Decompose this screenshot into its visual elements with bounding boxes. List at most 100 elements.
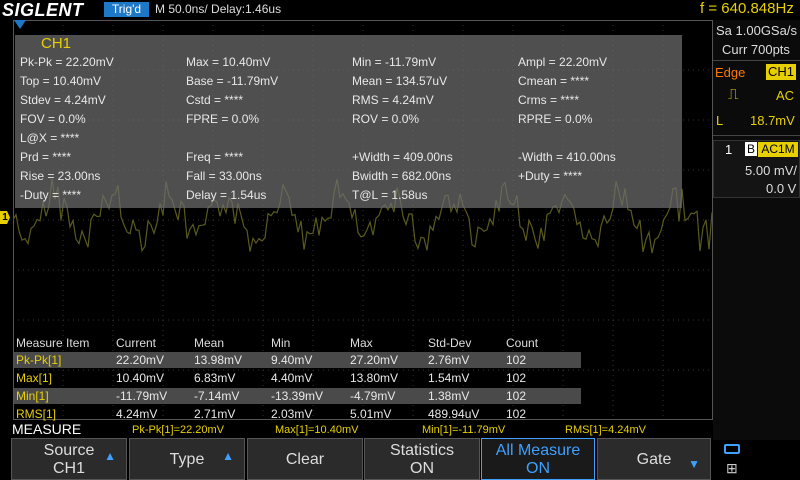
stat-cell: 13.80mV [350,371,399,385]
stat-cell: 4.40mV [271,371,313,385]
stat-cell: 4.24mV [116,407,158,421]
measurement-value: Pk-Pk = 22.20mV [20,55,114,69]
stat-cell: -7.14mV [194,389,240,403]
measurement-value: Delay = 1.54us [186,188,267,202]
divider [713,135,800,136]
ch1-offset-marker[interactable]: 1 [0,211,10,224]
stat-cell: 5.01mV [350,407,392,421]
stat-cell: 102 [506,389,527,403]
stat-cell: -11.79mV [116,389,168,403]
measurement-value: Bwidth = 682.00ns [352,169,452,183]
measurement-value: RPRE = 0.0% [518,112,593,126]
bottom-stat-rms: RMS[1]=4.24mV [565,424,647,436]
stat-cell: 1.38mV [428,389,470,403]
channel-number: 1 [725,142,733,157]
measurement-value: FPRE = 0.0% [186,112,260,126]
measurement-value: Top = 10.40mV [20,74,102,88]
channel-offset: 0.0 V [766,181,797,196]
stat-item-name: Max[1] [16,371,53,385]
measurement-value: Prd = **** [20,150,72,164]
measurement-value: Max = 10.40mV [186,55,271,69]
menu-title: MEASURE [12,421,82,437]
trigger-status-badge: Trig'd [104,2,149,17]
stat-header: Std-Dev [428,336,472,350]
measurement-value: Stdev = 4.24mV [20,93,106,107]
measurement-value: Cstd = **** [186,93,244,107]
stat-header: Max [350,336,373,350]
stat-header: Mean [194,336,225,350]
stat-cell: 489.94uV [428,407,480,421]
stat-cell: 2.76mV [428,353,470,367]
trigger-level-label: L [716,113,724,128]
measurement-value: T@L = 1.58us [352,188,428,202]
trigger-type[interactable]: Edge [715,65,745,80]
divider [713,60,800,61]
measurement-value: +Duty = **** [518,169,583,183]
stat-item-name: Pk-Pk[1] [16,353,62,367]
measurement-value: ROV = 0.0% [352,112,420,126]
usb-device-icon [724,444,740,454]
measurement-value: RMS = 4.24mV [352,93,434,107]
stat-cell: 27.20mV [350,353,399,367]
frequency-counter: f = 640.848Hz [700,0,794,17]
softkey-clear-label: Clear [285,451,325,468]
softkey-statistics-label: Statistics [389,442,454,459]
stat-header: Count [506,336,539,350]
measurement-value: Fall = 33.00ns [186,169,262,183]
sample-rate: Sa 1.00GSa/s [716,23,797,38]
measurement-value: -Duty = **** [20,188,82,202]
trigger-level-value: 18.7mV [750,113,795,128]
stat-cell: 1.54mV [428,371,470,385]
softkey-all-measure[interactable]: All Measure ON [481,438,595,480]
network-icon: ⊞ [726,460,738,476]
measurement-value: -Width = 410.00ns [518,150,616,164]
trigger-coupling: AC [776,88,795,103]
measurement-value: Crms = **** [518,93,580,107]
softkey-all-measure-value: ON [526,460,550,477]
right-info-panel [713,20,800,440]
measurement-value: L@X = **** [20,131,80,145]
stat-header: Measure Item [16,336,90,350]
measurement-value: Base = -11.79mV [186,74,279,88]
stat-cell: 2.03mV [271,407,313,421]
measurement-value: Mean = 134.57uV [352,74,448,88]
softkey-clear[interactable]: Clear [247,438,363,480]
stat-cell: 6.83mV [194,371,236,385]
arrow-up-icon: ▲ [104,449,116,463]
softkey-gate[interactable]: Gate ▼ [597,438,711,480]
stat-cell: 9.40mV [271,353,313,367]
stat-header: Current [116,336,157,350]
softkey-source[interactable]: Source CH1 ▲ [11,438,127,480]
top-status-bar: SIGLENT Trig'd M 50.0ns/ Delay:1.46us f … [0,0,800,20]
stat-item-name: RMS[1] [16,407,57,421]
stat-cell: 102 [506,407,527,421]
measure-panel-title: CH1 [41,35,72,52]
bandwidth-limit-badge: B [745,142,757,156]
stat-cell: -4.79mV [350,389,396,403]
bottom-stat-min: Min[1]=-11.79mV [422,424,506,436]
measurement-value: +Width = 409.00ns [352,150,453,164]
stat-cell: 2.71mV [194,407,236,421]
measurement-value: Min = -11.79mV [352,55,437,69]
bottom-stat-max: Max[1]=10.40mV [275,424,359,436]
rising-edge-icon: ⎍ [728,86,739,103]
softkey-statistics-value: ON [410,460,434,477]
channel-coupling-badge: AC1M [758,142,798,157]
stat-header: Min [271,336,291,350]
arrow-down-icon: ▼ [688,457,700,471]
bottom-stat-pkpk: Pk-Pk[1]=22.20mV [132,424,225,436]
arrow-up-icon: ▲ [222,449,234,463]
measurement-value: Rise = 23.00ns [20,169,101,183]
memory-depth: Curr 700pts [722,42,790,57]
softkey-type[interactable]: Type ▲ [129,438,245,480]
trigger-source-badge[interactable]: CH1 [766,64,796,80]
softkey-all-measure-label: All Measure [495,442,581,459]
stat-cell: 13.98mV [194,353,243,367]
brand-logo: SIGLENT [2,0,84,20]
stat-cell: 22.20mV [116,353,165,367]
timebase-readout: M 50.0ns/ Delay:1.46us [155,2,282,16]
measurement-value: FOV = 0.0% [20,112,86,126]
trigger-position-marker-icon[interactable] [14,20,26,29]
softkey-statistics[interactable]: Statistics ON [364,438,480,480]
measurement-value: Cmean = **** [518,74,590,88]
